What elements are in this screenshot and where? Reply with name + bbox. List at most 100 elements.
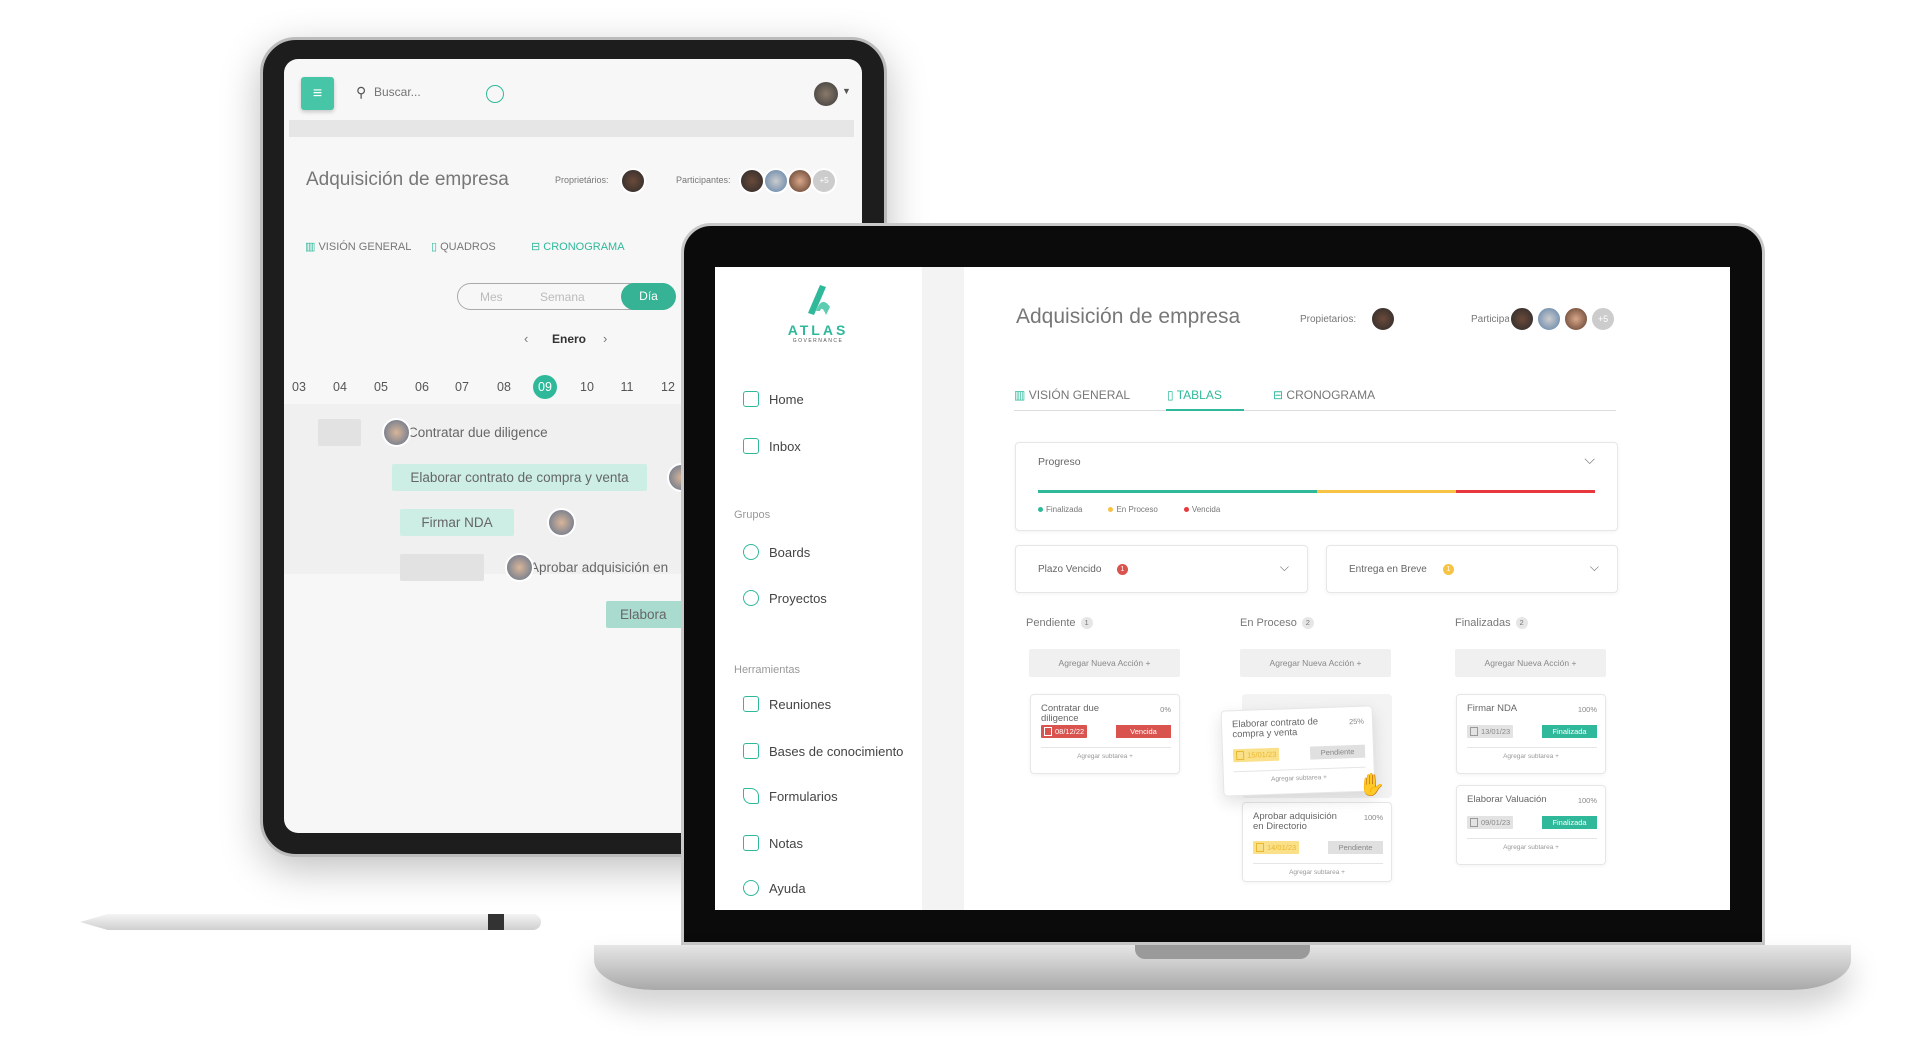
book-icon xyxy=(743,743,759,759)
legend-item: En Proceso xyxy=(1108,505,1158,514)
gantt-task-label[interactable]: Elabora xyxy=(606,601,686,628)
tab-quadros[interactable]: ▯ QUADROS xyxy=(431,240,496,253)
tab-label: CRONOGRAMA xyxy=(1286,388,1376,402)
gantt-task-label[interactable]: Elaborar contrato de compra y venta xyxy=(392,464,647,491)
sidebar-item-formularios[interactable]: Formularios xyxy=(743,788,838,804)
task-card[interactable]: Firmar NDA 100% 13/01/23 Finalizada Agregar … xyxy=(1456,694,1606,774)
day-09[interactable]: 09 xyxy=(533,375,557,399)
card-divider xyxy=(1041,747,1171,748)
task-card[interactable]: Elaborar Valuación 100% 09/01/23 Finalizada… xyxy=(1456,785,1606,865)
day-07[interactable]: 07 xyxy=(450,375,474,399)
day-06[interactable]: 06 xyxy=(410,375,434,399)
participant-avatar[interactable] xyxy=(763,168,789,194)
day-08[interactable]: 08 xyxy=(492,375,516,399)
add-subtask-link[interactable]: Agregar subtarea + xyxy=(1031,753,1179,760)
task-card[interactable]: Aprobar adquisición en Directorio 100% 14/… xyxy=(1242,802,1392,882)
add-subtask-link[interactable]: Agregar subtarea + xyxy=(1457,753,1605,760)
sidebar-item-notas[interactable]: Notas xyxy=(743,835,803,851)
add-subtask-link[interactable]: Agregar subtarea + xyxy=(1243,869,1391,876)
column-title: Finalizadas xyxy=(1455,617,1511,629)
sidebar-item-inbox[interactable]: Inbox xyxy=(743,438,801,454)
owner-avatar[interactable] xyxy=(1370,306,1396,332)
tab-vision-general[interactable]: ▥ VISIÓN GENERAL xyxy=(1014,388,1130,402)
task-percent: 100% xyxy=(1577,705,1597,714)
search-input[interactable] xyxy=(374,85,474,99)
tab-label: VISIÓN GENERAL xyxy=(318,241,412,253)
atlas-logo[interactable]: ATLAS GOVERNANCE xyxy=(778,281,858,344)
task-percent: 100% xyxy=(1363,813,1383,822)
add-action-button[interactable]: Agregar Nueva Acción + xyxy=(1455,649,1606,677)
more-participants[interactable]: +5 xyxy=(811,168,837,194)
progress-card: Progreso ⌵ Finalizada En Proceso Vencida xyxy=(1015,442,1618,531)
tab-label: TABLAS xyxy=(1176,388,1222,402)
chevron-down-icon[interactable]: ⌵ xyxy=(1280,560,1289,575)
gantt-task-label[interactable]: Contratar due diligence xyxy=(408,419,548,446)
user-avatar[interactable] xyxy=(814,82,838,106)
tab-cronograma[interactable]: ⊟ CRONOGRAMA xyxy=(531,240,625,253)
add-subtask-link[interactable]: Agregar subtarea + xyxy=(1457,844,1605,851)
chevron-down-icon[interactable]: ⌵ xyxy=(1590,560,1599,575)
dragging-task-card[interactable]: Elaborar contrato de compra y venta 25% 15… xyxy=(1220,705,1376,797)
sidebar-item-boards[interactable]: Boards xyxy=(743,544,810,560)
menu-button[interactable]: ≡ xyxy=(301,77,334,110)
progress-label: Progreso xyxy=(1038,456,1081,468)
day-10[interactable]: 10 xyxy=(575,375,599,399)
chevron-down-icon[interactable]: ⌵ xyxy=(1584,451,1595,468)
day-03[interactable]: 03 xyxy=(287,375,311,399)
participant-avatar[interactable] xyxy=(739,168,765,194)
day-11[interactable]: 11 xyxy=(615,375,639,399)
sidebar-label: Notas xyxy=(769,835,803,851)
gantt-bar[interactable] xyxy=(400,554,484,581)
sidebar-item-reuniones[interactable]: Reuniones xyxy=(743,696,831,712)
tab-vision-general[interactable]: ▥ VISIÓN GENERAL xyxy=(305,240,411,253)
laptop-screen: ATLAS GOVERNANCE Home Inbox Grupos Board… xyxy=(715,267,1730,910)
chat-icon[interactable] xyxy=(486,85,504,103)
filter-label: Plazo Vencido xyxy=(1038,564,1102,575)
gantt-task-label[interactable]: Aprobar adquisición en xyxy=(530,554,668,581)
tab-cronograma[interactable]: ⊟ CRONOGRAMA xyxy=(1273,388,1375,402)
sidebar-item-bases[interactable]: Bases de conocimiento xyxy=(743,743,903,759)
more-participants[interactable]: +5 xyxy=(1590,306,1616,332)
grab-cursor-icon: ✋ xyxy=(1358,772,1386,797)
add-subtask-link[interactable]: Agregar subtarea + xyxy=(1224,772,1374,784)
view-mode-week[interactable]: Semana xyxy=(540,290,585,304)
search-icon: ⚲ xyxy=(356,84,367,100)
filter-entrega-breve[interactable]: Entrega en Breve 1 ⌵ xyxy=(1326,545,1618,593)
progress-legend: Finalizada En Proceso Vencida xyxy=(1038,505,1220,514)
view-mode-day[interactable]: Día xyxy=(621,283,676,310)
next-month-icon[interactable]: › xyxy=(603,331,607,346)
participant-avatar[interactable] xyxy=(1536,306,1562,332)
day-12[interactable]: 12 xyxy=(656,375,680,399)
assignee-avatar[interactable] xyxy=(505,553,534,582)
participant-avatar[interactable] xyxy=(1563,306,1589,332)
assignee-avatar[interactable] xyxy=(382,418,411,447)
sidebar-item-ayuda[interactable]: Ayuda xyxy=(743,880,806,896)
board-icon: ▯ xyxy=(1167,388,1174,402)
column-header-pendiente: Pendiente 1 xyxy=(1026,617,1093,629)
gantt-task-label[interactable]: Firmar NDA xyxy=(400,509,514,536)
sidebar-item-proyectos[interactable]: Proyectos xyxy=(743,590,827,606)
add-action-button[interactable]: Agregar Nueva Acción + xyxy=(1240,649,1391,677)
sidebar-label: Proyectos xyxy=(769,590,827,606)
card-divider xyxy=(1467,747,1597,748)
sidebar-label: Ayuda xyxy=(769,880,806,896)
tab-label: CRONOGRAMA xyxy=(543,241,625,253)
column-header-en-proceso: En Proceso 2 xyxy=(1240,617,1314,629)
prev-month-icon[interactable]: ‹ xyxy=(524,331,528,346)
caret-down-icon[interactable]: ▼ xyxy=(842,86,851,96)
tab-label: VISIÓN GENERAL xyxy=(1028,388,1131,402)
participant-avatar[interactable] xyxy=(787,168,813,194)
assignee-avatar[interactable] xyxy=(547,508,576,537)
view-mode-month[interactable]: Mes xyxy=(480,290,503,304)
task-card[interactable]: Contratar due diligence 0% 08/12/22 Vencida… xyxy=(1030,694,1180,774)
timeline-icon: ⊟ xyxy=(1273,388,1284,402)
tab-tablas[interactable]: ▯ TABLAS xyxy=(1167,388,1222,402)
participant-avatar[interactable] xyxy=(1509,306,1535,332)
day-05[interactable]: 05 xyxy=(369,375,393,399)
add-action-button[interactable]: Agregar Nueva Acción + xyxy=(1029,649,1180,677)
sidebar-item-home[interactable]: Home xyxy=(743,391,804,407)
filter-plazo-vencido[interactable]: Plazo Vencido 1 ⌵ xyxy=(1015,545,1308,593)
day-04[interactable]: 04 xyxy=(328,375,352,399)
owner-avatar[interactable] xyxy=(620,168,646,194)
gantt-bar[interactable] xyxy=(318,419,361,446)
